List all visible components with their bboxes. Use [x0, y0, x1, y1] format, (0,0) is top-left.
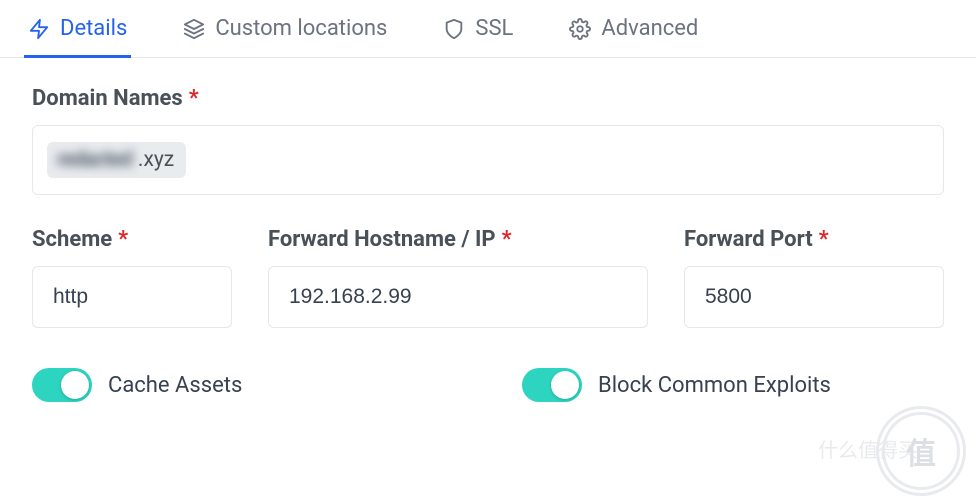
domain-chip[interactable]: redacted.xyz [47, 142, 186, 178]
domain-chip-hidden: redacted [57, 148, 132, 172]
tab-details-label: Details [60, 16, 127, 41]
tab-ssl[interactable]: SSL [439, 0, 517, 57]
watermark-glyph: 值 [906, 429, 936, 473]
required-asterisk: * [502, 227, 512, 252]
layers-icon [183, 18, 205, 40]
tab-advanced[interactable]: Advanced [565, 0, 702, 57]
gear-icon [569, 18, 591, 40]
forward-port-input[interactable] [684, 266, 944, 328]
domain-chip-suffix: .xyz [138, 148, 174, 172]
tab-details[interactable]: Details [24, 0, 131, 57]
cache-assets-toggle[interactable] [32, 368, 92, 402]
shield-icon [443, 18, 465, 40]
forward-host-label: Forward Hostname / IP * [268, 227, 648, 252]
required-asterisk: * [189, 86, 199, 111]
block-exploits-label: Block Common Exploits [598, 373, 831, 398]
forward-host-label-text: Forward Hostname / IP [268, 227, 496, 252]
required-asterisk: * [819, 227, 829, 252]
tab-custom-locations[interactable]: Custom locations [179, 0, 391, 57]
forward-host-input[interactable] [268, 266, 648, 328]
cache-assets-label: Cache Assets [108, 373, 242, 398]
watermark-text: 什么值得买 [818, 434, 918, 463]
domain-names-label-text: Domain Names [32, 86, 183, 111]
domain-names-label: Domain Names * [32, 86, 944, 111]
toggle-knob [551, 371, 579, 399]
domain-names-input[interactable]: redacted.xyz [32, 125, 944, 195]
required-asterisk: * [118, 227, 128, 252]
tab-bar: Details Custom locations SSL Advanced [0, 0, 976, 58]
form-body: Domain Names * redacted.xyz Scheme * For… [0, 58, 976, 426]
forward-port-label-text: Forward Port [684, 227, 813, 252]
toggle-knob [61, 371, 89, 399]
tab-ssl-label: SSL [475, 16, 513, 41]
tab-custom-locations-label: Custom locations [215, 16, 387, 41]
forward-port-label: Forward Port * [684, 227, 944, 252]
block-exploits-toggle[interactable] [522, 368, 582, 402]
scheme-select[interactable] [32, 266, 232, 328]
lightning-icon [28, 18, 50, 40]
scheme-label-text: Scheme [32, 227, 112, 252]
scheme-label: Scheme * [32, 227, 232, 252]
tab-advanced-label: Advanced [601, 16, 698, 41]
